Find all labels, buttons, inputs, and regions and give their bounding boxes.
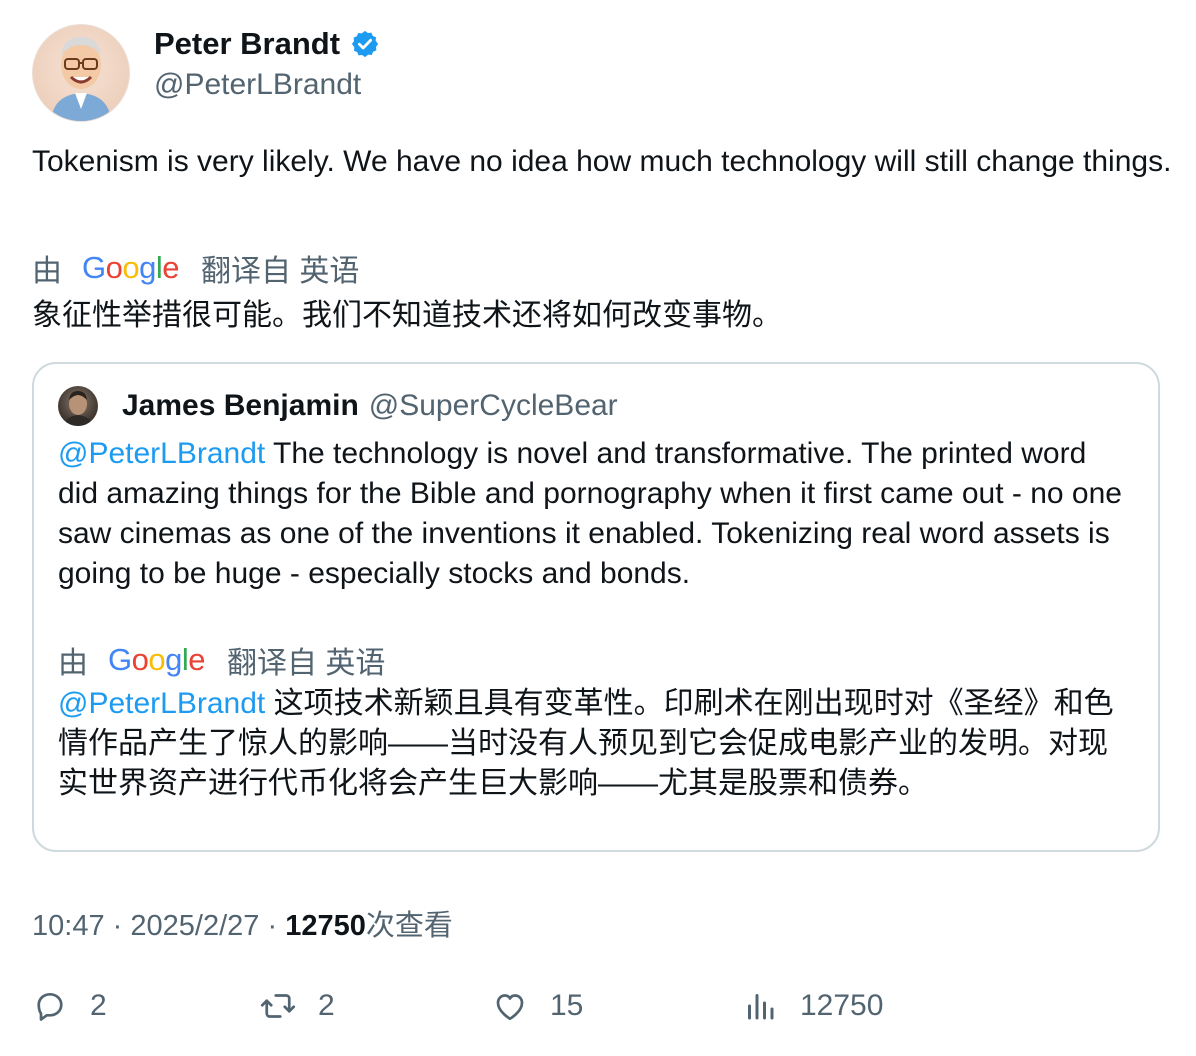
author-avatar[interactable]	[32, 24, 130, 122]
view-count-suffix: 次查看	[365, 910, 453, 942]
quoted-tweet-text: @PeterLBrandt The technology is novel an…	[58, 434, 1134, 594]
tweet-text: Tokenism is very likely. We have no idea…	[32, 145, 1172, 178]
view-count: 12750	[285, 910, 366, 942]
translation-suffix[interactable]: 翻译自 英语	[201, 246, 359, 290]
quoted-author-handle[interactable]: @SuperCycleBear	[369, 389, 618, 423]
quoted-author-name[interactable]: James Benjamin	[122, 389, 359, 423]
translation-prefix: 由	[32, 255, 62, 288]
quoted-tweet-card[interactable]: James Benjamin @SuperCycleBear @PeterLBr…	[32, 362, 1160, 852]
retweet-count: 2	[318, 989, 335, 1022]
views-count: 12750	[800, 989, 884, 1022]
tweet-time[interactable]: 10:47	[32, 910, 105, 942]
quoted-translation-attribution: 由 Google 翻译自 英语	[58, 638, 385, 682]
tweet-date[interactable]: 2025/2/27	[130, 910, 259, 942]
like-count: 15	[550, 989, 584, 1022]
translation-attribution: 由 Google 翻译自 英语	[32, 246, 359, 290]
meta-separator: ·	[112, 910, 123, 942]
quoted-tweet-header: James Benjamin @SuperCycleBear	[58, 386, 618, 426]
reply-icon	[37, 992, 63, 1021]
google-logo: Google	[82, 250, 180, 285]
quoted-author-avatar[interactable]	[58, 386, 98, 426]
mention-link[interactable]: @PeterLBrandt	[58, 437, 265, 470]
retweet-button[interactable]: 2	[260, 988, 335, 1024]
action-bar: 2 2 15 12750	[32, 988, 1172, 1036]
translated-text: 象征性举措很可能。我们不知道技术还将如何改变事物。	[32, 299, 782, 332]
author-name[interactable]: Peter Brandt	[154, 26, 340, 62]
translation-prefix: 由	[58, 647, 88, 680]
translation-suffix[interactable]: 翻译自 英语	[227, 638, 385, 682]
like-button[interactable]: 15	[492, 988, 583, 1024]
tweet-meta: 10:47 · 2025/2/27 · 12750次查看	[32, 902, 453, 944]
analytics-icon	[748, 994, 774, 1020]
retweet-icon	[260, 994, 296, 1018]
avatar-caricature-icon	[51, 37, 111, 121]
tweet-header: Peter Brandt @PeterLBrandt	[32, 24, 380, 122]
heart-icon	[496, 994, 524, 1021]
meta-separator: ·	[267, 910, 278, 942]
verified-badge-icon	[351, 30, 379, 58]
mention-link[interactable]: @PeterLBrandt	[58, 687, 265, 720]
reply-button[interactable]: 2	[32, 988, 107, 1024]
author-handle[interactable]: @PeterLBrandt	[154, 68, 380, 102]
google-logo: Google	[108, 642, 206, 677]
quoted-translated-text: @PeterLBrandt 这项技术新颖且具有变革性。印刷术在刚出现时对《圣经》…	[58, 684, 1134, 804]
views-button[interactable]: 12750	[742, 988, 883, 1024]
avatar-photo-icon	[64, 391, 92, 426]
reply-count: 2	[90, 989, 107, 1022]
